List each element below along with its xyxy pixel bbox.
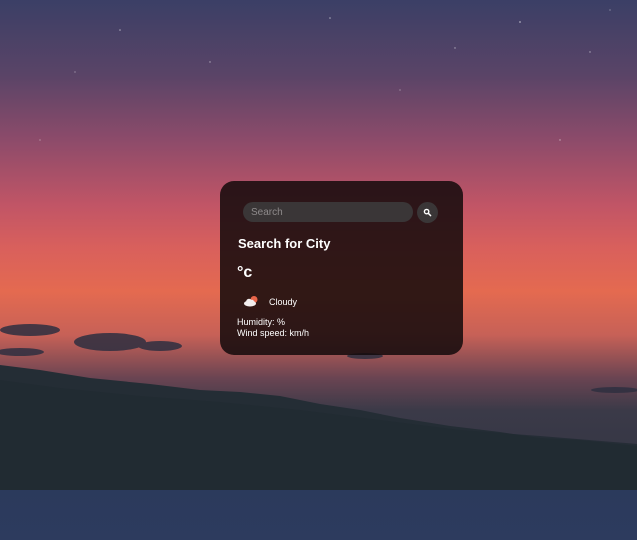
condition-label: Cloudy <box>269 297 298 307</box>
humidity-text: Humidity: % <box>237 317 286 327</box>
stars <box>39 9 611 141</box>
search-icon <box>423 208 432 217</box>
search-input[interactable] <box>243 202 413 222</box>
cloud-sun-icon <box>244 296 258 307</box>
weather-card: Search for City °c Cloudy Humidity: % Wi… <box>220 181 463 355</box>
wind-speed-text: Wind speed: km/h <box>237 328 310 338</box>
city-title: Search for City <box>238 236 331 251</box>
search-bar <box>243 202 440 223</box>
bottom-sky-strip <box>0 490 637 540</box>
temperature: °c <box>237 264 253 281</box>
search-button[interactable] <box>417 202 438 223</box>
